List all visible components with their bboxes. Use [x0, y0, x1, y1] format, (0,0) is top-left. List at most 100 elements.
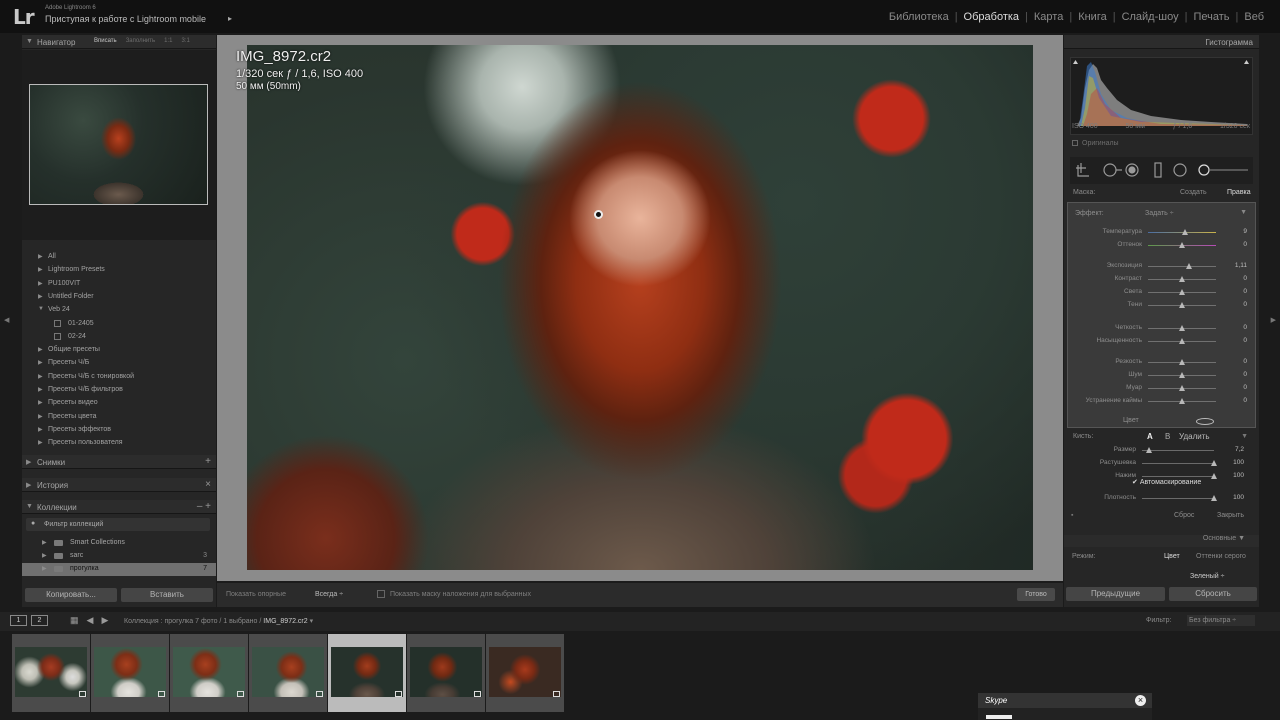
- slider-value[interactable]: 1,11: [1235, 262, 1247, 269]
- collection-item[interactable]: ▶ прогулка 7: [22, 563, 216, 576]
- filmstrip-cell[interactable]: [12, 634, 90, 712]
- collapsed-triangle-icon[interactable]: ▶: [38, 439, 43, 446]
- slider-knob[interactable]: [1179, 338, 1185, 344]
- secondary-screen-button[interactable]: 2: [31, 615, 48, 626]
- brush-b-button[interactable]: B: [1165, 432, 1170, 441]
- basic-header[interactable]: Основные ▼: [1064, 535, 1259, 547]
- filmstrip-cell[interactable]: [170, 634, 248, 712]
- slider-knob[interactable]: [1179, 372, 1185, 378]
- module-0[interactable]: Библиотека: [883, 11, 955, 23]
- filmstrip-cell[interactable]: [486, 634, 564, 712]
- filmstrip-thumbnail[interactable]: [410, 647, 482, 697]
- brush-slider[interactable]: Размер 7,2: [1067, 444, 1256, 456]
- collapsed-triangle-icon[interactable]: ▶: [42, 539, 47, 546]
- brush-close-button[interactable]: Закрыть: [1217, 512, 1244, 519]
- navigator-zoom-option[interactable]: Вписать: [94, 38, 117, 44]
- brush-slider-value[interactable]: 100: [1233, 494, 1244, 501]
- collapsed-triangle-icon[interactable]: ▶: [38, 413, 43, 420]
- adjustment-slider[interactable]: Температура 9: [1068, 227, 1257, 238]
- adjustment-slider[interactable]: Муар 0: [1068, 383, 1257, 394]
- filmstrip-thumbnail[interactable]: [252, 647, 324, 697]
- filmstrip-thumbnail[interactable]: [173, 647, 245, 697]
- previous-button[interactable]: Предыдущие: [1066, 587, 1165, 601]
- collapse-triangle-icon[interactable]: ▼: [1241, 433, 1248, 440]
- adjustment-pin-icon[interactable]: [594, 210, 603, 219]
- preset-item[interactable]: ▶ Пресеты Ч/Б: [22, 357, 216, 370]
- brush-slider[interactable]: Плотность 100: [1067, 492, 1256, 504]
- filmstrip-cell[interactable]: [249, 634, 327, 712]
- clear-history-icon[interactable]: ×: [205, 479, 211, 490]
- slider-value[interactable]: 0: [1243, 384, 1247, 391]
- slider-knob[interactable]: [1211, 495, 1217, 501]
- slider-knob[interactable]: [1179, 325, 1185, 331]
- collection-item[interactable]: ▶ Smart Collections: [22, 537, 216, 550]
- slider-track[interactable]: [1142, 476, 1214, 477]
- collection-item[interactable]: ▶ sarc 3: [22, 550, 216, 563]
- panel-switch-icon[interactable]: ▪: [1071, 512, 1073, 519]
- collapse-triangle-icon[interactable]: ▼: [1240, 209, 1247, 216]
- photo-portrait[interactable]: [247, 45, 1033, 570]
- original-photo-toggle[interactable]: Оригиналы: [1072, 140, 1119, 147]
- collection-filter[interactable]: ● Фильтр коллекций: [26, 518, 210, 531]
- left-panel-toggle-icon[interactable]: ◀: [4, 316, 9, 324]
- preset-item[interactable]: ▶ Пресеты Ч/Б с тонировкой: [22, 371, 216, 384]
- adjustment-slider[interactable]: Контраст 0: [1068, 274, 1257, 285]
- filmstrip-cell[interactable]: [328, 634, 406, 712]
- collection-add-remove-icon[interactable]: – +: [197, 501, 211, 512]
- navigator-preview[interactable]: [22, 50, 216, 240]
- navigator-zoom-option[interactable]: Заполнить: [126, 38, 155, 44]
- slider-knob[interactable]: [1179, 276, 1185, 282]
- collections-header[interactable]: ▼ Коллекции – +: [22, 500, 216, 514]
- brush-erase-button[interactable]: Удалить: [1179, 432, 1210, 441]
- close-icon[interactable]: ×: [1135, 695, 1146, 706]
- slider-knob[interactable]: [1179, 359, 1185, 365]
- slider-value[interactable]: 0: [1243, 241, 1247, 248]
- collapsed-triangle-icon[interactable]: ▶: [42, 552, 47, 559]
- preset-item[interactable]: ▼ Veb 24: [22, 304, 216, 317]
- preset-item[interactable]: ▶ Пресеты Ч/Б фильтров: [22, 384, 216, 397]
- grid-icon[interactable]: ▦: [70, 615, 79, 626]
- snapshots-header[interactable]: ▶ Снимки +: [22, 455, 216, 469]
- slider-knob[interactable]: [1179, 289, 1185, 295]
- adjustment-slider[interactable]: Четкость 0: [1068, 323, 1257, 334]
- brush-reset-button[interactable]: Сброс: [1174, 512, 1194, 519]
- filmstrip-source[interactable]: Коллекция : прогулка 7 фото / 1 выбрано …: [124, 617, 313, 625]
- adjustment-slider[interactable]: Резкость 0: [1068, 357, 1257, 368]
- adjustment-slider[interactable]: Оттенок 0: [1068, 240, 1257, 251]
- adjustment-slider[interactable]: Света 0: [1068, 287, 1257, 298]
- paste-button[interactable]: Вставить: [121, 588, 213, 602]
- module-6[interactable]: Веб: [1238, 11, 1270, 23]
- image-view[interactable]: [217, 35, 1063, 581]
- slider-value[interactable]: 0: [1243, 301, 1247, 308]
- adjustment-slider[interactable]: Насыщенность 0: [1068, 336, 1257, 347]
- filmstrip-thumbnail[interactable]: [489, 647, 561, 697]
- adjustment-slider[interactable]: Экспозиция 1,11: [1068, 261, 1257, 272]
- preset-item[interactable]: ▶ Пресеты эффектов: [22, 424, 216, 437]
- right-panel-toggle-icon[interactable]: ▶: [1271, 316, 1276, 324]
- slider-value[interactable]: 0: [1243, 397, 1247, 404]
- preset-item[interactable]: ▶ Пресеты видео: [22, 397, 216, 410]
- slider-knob[interactable]: [1179, 398, 1185, 404]
- effect-select[interactable]: Задать ÷: [1145, 210, 1174, 217]
- copy-button[interactable]: Копировать...: [25, 588, 117, 602]
- preset-item[interactable]: ▶ Пресеты цвета: [22, 411, 216, 424]
- module-3[interactable]: Книга: [1072, 11, 1113, 23]
- back-arrow-icon[interactable]: ◀: [87, 615, 94, 626]
- collapsed-triangle-icon[interactable]: ▶: [38, 253, 43, 260]
- forward-arrow-icon[interactable]: ▶: [101, 615, 108, 626]
- collapsed-triangle-icon[interactable]: ▶: [38, 346, 43, 353]
- mask-overlay-checkbox[interactable]: [377, 590, 385, 598]
- add-snapshot-icon[interactable]: +: [205, 456, 211, 467]
- treatment-bw-button[interactable]: Оттенки серого: [1196, 553, 1246, 560]
- slider-knob[interactable]: [1179, 242, 1185, 248]
- slider-track[interactable]: [1142, 450, 1214, 451]
- preset-item[interactable]: ▶ PU100VIT: [22, 278, 216, 291]
- adjustment-slider[interactable]: Тени 0: [1068, 300, 1257, 311]
- play-icon[interactable]: ▸: [228, 14, 232, 23]
- slider-value[interactable]: 0: [1243, 337, 1247, 344]
- slider-value[interactable]: 0: [1243, 275, 1247, 282]
- identity-text[interactable]: Приступая к работе с Lightroom mobile: [45, 14, 206, 24]
- preset-item[interactable]: ▶ Untitled Folder: [22, 291, 216, 304]
- slider-value[interactable]: 0: [1243, 324, 1247, 331]
- filmstrip-cell[interactable]: [407, 634, 485, 712]
